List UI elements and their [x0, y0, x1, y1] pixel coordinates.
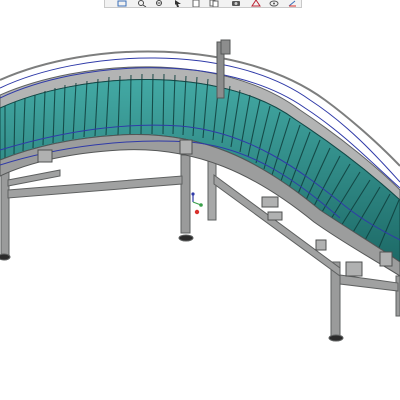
axis-triad [191, 192, 203, 215]
measure-icon [251, 0, 261, 7]
conveyor-model [0, 39, 400, 342]
toolbar-strip [104, 0, 302, 8]
select-icon [175, 0, 181, 7]
measure-button[interactable] [249, 0, 263, 7]
zoom-in-button[interactable] [135, 0, 149, 7]
3d-viewport[interactable] [0, 10, 400, 400]
view-button[interactable] [267, 0, 281, 7]
zoom-out-icon [156, 0, 162, 6]
cad-viewer-window [0, 0, 400, 400]
page-copy-button[interactable] [207, 0, 221, 7]
toolbar [0, 0, 400, 10]
zoom-in-icon [138, 0, 147, 7]
select-button[interactable] [171, 0, 185, 7]
camera-button[interactable] [229, 0, 243, 7]
axis-button[interactable] [285, 0, 299, 7]
zoom-out-button[interactable] [153, 0, 167, 7]
page-icon [192, 0, 200, 7]
axis-icon [288, 0, 296, 7]
view-icon [269, 0, 279, 7]
page-button[interactable] [189, 0, 203, 7]
zoom-fit-button[interactable] [115, 0, 129, 7]
page-copy-icon [209, 0, 219, 7]
zoom-fit-icon [117, 0, 127, 7]
camera-icon [232, 1, 240, 6]
